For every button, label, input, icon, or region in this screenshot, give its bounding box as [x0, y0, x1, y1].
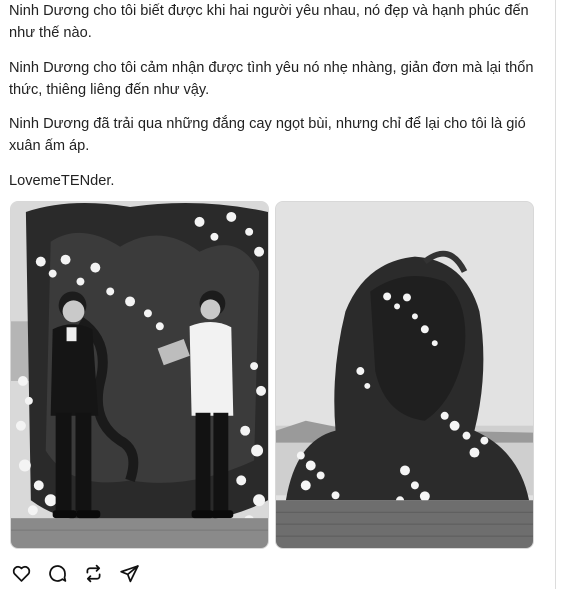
post-paragraph-4: LovemeTENder.: [9, 173, 115, 189]
post-paragraph-2: Ninh Dương cho tôi cảm nhận được tình yê…: [9, 60, 534, 98]
like-button[interactable]: [9, 561, 33, 585]
heart-icon: [12, 565, 30, 582]
post-paragraph-1: Ninh Dương cho tôi biết được khi hai ngư…: [9, 3, 529, 41]
repost-button[interactable]: [81, 561, 105, 585]
comment-button[interactable]: [45, 561, 69, 585]
wedding-photo-image: [11, 202, 268, 548]
post-paragraph-3: Ninh Dương đã trải qua những đắng cay ng…: [9, 116, 526, 154]
post-actions: [9, 561, 153, 585]
divider: [555, 0, 556, 589]
comment-icon: [48, 564, 66, 582]
post-photo-1[interactable]: [10, 201, 269, 549]
share-icon: [119, 564, 139, 582]
floral-arch-image: [276, 202, 533, 548]
repost-icon: [86, 564, 100, 582]
post-photo-2[interactable]: [275, 201, 534, 549]
share-button[interactable]: [117, 561, 141, 585]
